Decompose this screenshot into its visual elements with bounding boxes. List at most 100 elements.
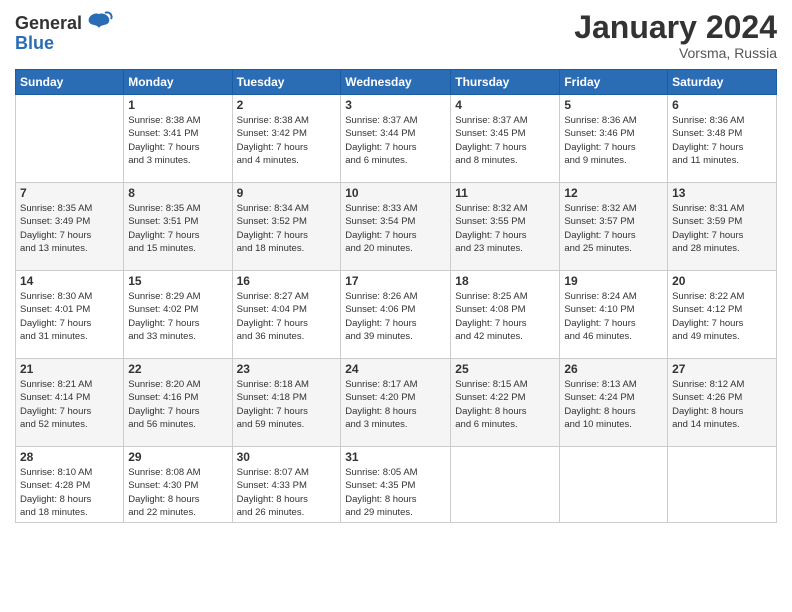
day-number: 20 [672, 274, 772, 288]
calendar-header-sunday: Sunday [16, 70, 124, 95]
calendar-cell: 20Sunrise: 8:22 AMSunset: 4:12 PMDayligh… [668, 271, 777, 359]
calendar-cell: 10 Sunrise: 8:33 AMSunset: 3:54 PMDayligh… [341, 183, 451, 271]
day-number: 13 [672, 186, 772, 200]
calendar-cell: 6 Sunrise: 8:36 AMSunset: 3:48 PMDaylight… [668, 95, 777, 183]
day-number: 1 [128, 98, 227, 112]
day-number: 12 [564, 186, 663, 200]
calendar-cell: 1 Sunrise: 8:38 AMSunset: 3:41 PMDaylight… [124, 95, 232, 183]
logo: General Blue [15, 10, 113, 54]
day-info: Sunrise: 8:35 AMSunset: 3:51 PMDaylight:… [128, 202, 227, 255]
day-number: 14 [20, 274, 119, 288]
calendar-header-row: SundayMondayTuesdayWednesdayThursdayFrid… [16, 70, 777, 95]
day-info: Sunrise: 8:37 AMSunset: 3:45 PMDaylight:… [455, 114, 555, 167]
logo-bird-icon [85, 10, 113, 38]
calendar-cell: 23Sunrise: 8:18 AMSunset: 4:18 PMDayligh… [232, 359, 341, 447]
day-info: Sunrise: 8:32 AMSunset: 3:57 PMDaylight:… [564, 202, 663, 255]
day-info: Sunrise: 8:21 AMSunset: 4:14 PMDaylight:… [20, 378, 119, 431]
calendar-cell: 21 Sunrise: 8:21 AMSunset: 4:14 PMDayligh… [16, 359, 124, 447]
day-info: Sunrise: 8:33 AMSunset: 3:54 PMDaylight:… [345, 202, 446, 255]
day-info: Sunrise: 8:37 AMSunset: 3:44 PMDaylight:… [345, 114, 446, 167]
day-number: 21 [20, 362, 119, 376]
calendar-cell: 9 Sunrise: 8:34 AMSunset: 3:52 PMDaylight… [232, 183, 341, 271]
day-info: Sunrise: 8:26 AMSunset: 4:06 PMDaylight:… [345, 290, 446, 343]
calendar-cell [668, 447, 777, 523]
day-info: Sunrise: 8:24 AMSunset: 4:10 PMDaylight:… [564, 290, 663, 343]
day-info: Sunrise: 8:17 AMSunset: 4:20 PMDaylight:… [345, 378, 446, 431]
day-info: Sunrise: 8:30 AMSunset: 4:01 PMDaylight:… [20, 290, 119, 343]
day-info: Sunrise: 8:35 AMSunset: 3:49 PMDaylight:… [20, 202, 119, 255]
day-number: 23 [237, 362, 337, 376]
day-number: 22 [128, 362, 227, 376]
calendar-cell: 24 Sunrise: 8:17 AMSunset: 4:20 PMDayligh… [341, 359, 451, 447]
calendar-cell: 3Sunrise: 8:37 AMSunset: 3:44 PMDaylight… [341, 95, 451, 183]
calendar-cell: 14 Sunrise: 8:30 AMSunset: 4:01 PMDayligh… [16, 271, 124, 359]
day-number: 19 [564, 274, 663, 288]
day-info: Sunrise: 8:05 AMSunset: 4:35 PMDaylight:… [345, 466, 446, 519]
calendar-cell: 17 Sunrise: 8:26 AMSunset: 4:06 PMDayligh… [341, 271, 451, 359]
day-info: Sunrise: 8:38 AMSunset: 3:42 PMDaylight:… [237, 114, 337, 167]
calendar-cell: 16Sunrise: 8:27 AMSunset: 4:04 PMDayligh… [232, 271, 341, 359]
day-info: Sunrise: 8:15 AMSunset: 4:22 PMDaylight:… [455, 378, 555, 431]
calendar-header-saturday: Saturday [668, 70, 777, 95]
calendar-cell: 27 Sunrise: 8:12 AMSunset: 4:26 PMDayligh… [668, 359, 777, 447]
day-info: Sunrise: 8:08 AMSunset: 4:30 PMDaylight:… [128, 466, 227, 519]
calendar-cell: 19 Sunrise: 8:24 AMSunset: 4:10 PMDayligh… [560, 271, 668, 359]
day-info: Sunrise: 8:36 AMSunset: 3:46 PMDaylight:… [564, 114, 663, 167]
header: General Blue January 2024 Vorsma, Russia [15, 10, 777, 61]
day-number: 24 [345, 362, 446, 376]
day-info: Sunrise: 8:29 AMSunset: 4:02 PMDaylight:… [128, 290, 227, 343]
day-number: 4 [455, 98, 555, 112]
calendar-header-thursday: Thursday [451, 70, 560, 95]
day-info: Sunrise: 8:34 AMSunset: 3:52 PMDaylight:… [237, 202, 337, 255]
day-number: 5 [564, 98, 663, 112]
calendar-week-row: 7Sunrise: 8:35 AMSunset: 3:49 PMDaylight… [16, 183, 777, 271]
day-info: Sunrise: 8:12 AMSunset: 4:26 PMDaylight:… [672, 378, 772, 431]
day-number: 6 [672, 98, 772, 112]
calendar-cell: 12 Sunrise: 8:32 AMSunset: 3:57 PMDayligh… [560, 183, 668, 271]
calendar-cell [451, 447, 560, 523]
calendar-cell: 28Sunrise: 8:10 AMSunset: 4:28 PMDayligh… [16, 447, 124, 523]
calendar-cell: 30 Sunrise: 8:07 AMSunset: 4:33 PMDayligh… [232, 447, 341, 523]
day-number: 18 [455, 274, 555, 288]
day-info: Sunrise: 8:13 AMSunset: 4:24 PMDaylight:… [564, 378, 663, 431]
day-number: 27 [672, 362, 772, 376]
day-info: Sunrise: 8:20 AMSunset: 4:16 PMDaylight:… [128, 378, 227, 431]
calendar-week-row: 1 Sunrise: 8:38 AMSunset: 3:41 PMDaylight… [16, 95, 777, 183]
logo-blue-text: Blue [15, 34, 54, 54]
day-info: Sunrise: 8:27 AMSunset: 4:04 PMDaylight:… [237, 290, 337, 343]
day-info: Sunrise: 8:10 AMSunset: 4:28 PMDaylight:… [20, 466, 119, 519]
day-number: 25 [455, 362, 555, 376]
calendar-cell: 31 Sunrise: 8:05 AMSunset: 4:35 PMDayligh… [341, 447, 451, 523]
calendar-cell: 29Sunrise: 8:08 AMSunset: 4:30 PMDayligh… [124, 447, 232, 523]
day-info: Sunrise: 8:32 AMSunset: 3:55 PMDaylight:… [455, 202, 555, 255]
calendar-cell: 25 Sunrise: 8:15 AMSunset: 4:22 PMDayligh… [451, 359, 560, 447]
day-number: 8 [128, 186, 227, 200]
calendar-cell: 13 Sunrise: 8:31 AMSunset: 3:59 PMDayligh… [668, 183, 777, 271]
title-block: January 2024 Vorsma, Russia [574, 10, 777, 61]
day-info: Sunrise: 8:07 AMSunset: 4:33 PMDaylight:… [237, 466, 337, 519]
calendar-cell: 2Sunrise: 8:38 AMSunset: 3:42 PMDaylight… [232, 95, 341, 183]
day-number: 9 [237, 186, 337, 200]
logo-general-text: General [15, 14, 82, 34]
calendar-cell: 8 Sunrise: 8:35 AMSunset: 3:51 PMDaylight… [124, 183, 232, 271]
day-info: Sunrise: 8:36 AMSunset: 3:48 PMDaylight:… [672, 114, 772, 167]
day-info: Sunrise: 8:38 AMSunset: 3:41 PMDaylight:… [128, 114, 227, 167]
day-info: Sunrise: 8:25 AMSunset: 4:08 PMDaylight:… [455, 290, 555, 343]
day-number: 10 [345, 186, 446, 200]
day-number: 30 [237, 450, 337, 464]
calendar-cell: 18 Sunrise: 8:25 AMSunset: 4:08 PMDayligh… [451, 271, 560, 359]
calendar-header-friday: Friday [560, 70, 668, 95]
calendar-week-row: 14 Sunrise: 8:30 AMSunset: 4:01 PMDayligh… [16, 271, 777, 359]
calendar-cell: 11 Sunrise: 8:32 AMSunset: 3:55 PMDayligh… [451, 183, 560, 271]
day-info: Sunrise: 8:31 AMSunset: 3:59 PMDaylight:… [672, 202, 772, 255]
calendar-header-monday: Monday [124, 70, 232, 95]
page: General Blue January 2024 Vorsma, Russia… [0, 0, 792, 612]
day-number: 11 [455, 186, 555, 200]
calendar-cell [560, 447, 668, 523]
day-number: 17 [345, 274, 446, 288]
day-number: 31 [345, 450, 446, 464]
calendar-cell: 4 Sunrise: 8:37 AMSunset: 3:45 PMDaylight… [451, 95, 560, 183]
calendar-cell: 7Sunrise: 8:35 AMSunset: 3:49 PMDaylight… [16, 183, 124, 271]
calendar-cell: 5 Sunrise: 8:36 AMSunset: 3:46 PMDaylight… [560, 95, 668, 183]
day-number: 26 [564, 362, 663, 376]
